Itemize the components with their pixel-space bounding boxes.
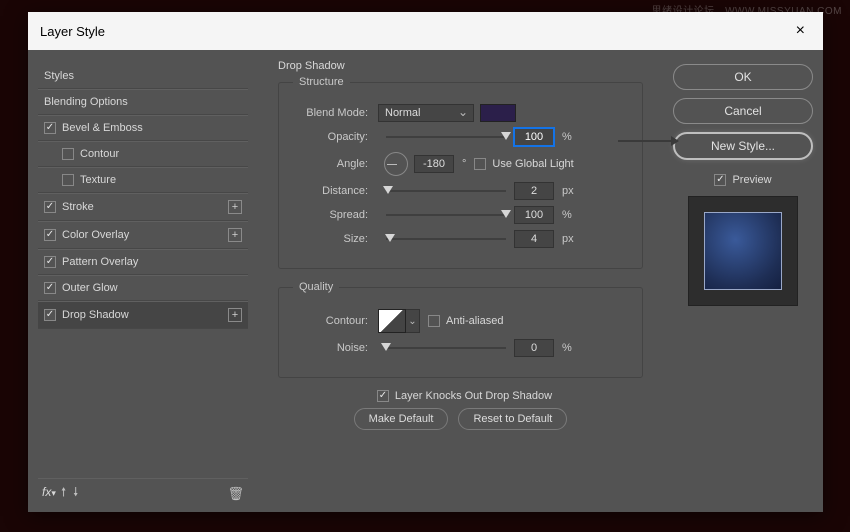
preview-thumbnail bbox=[688, 196, 798, 306]
sidebar-item-label: Texture bbox=[80, 174, 116, 186]
checkbox-icon[interactable] bbox=[44, 256, 56, 268]
noise-unit: % bbox=[562, 342, 572, 354]
sidebar-item-label: Color Overlay bbox=[62, 229, 129, 241]
plus-icon[interactable]: + bbox=[228, 200, 242, 214]
preview-checkbox[interactable] bbox=[714, 174, 726, 186]
size-label: Size: bbox=[293, 233, 378, 245]
reset-default-button[interactable]: Reset to Default bbox=[458, 408, 567, 430]
panel-title: Drop Shadow bbox=[278, 60, 643, 72]
checkbox-icon[interactable] bbox=[44, 309, 56, 321]
antialiased-checkbox[interactable] bbox=[428, 315, 440, 327]
distance-input[interactable] bbox=[514, 182, 554, 200]
knockout-label: Layer Knocks Out Drop Shadow bbox=[395, 390, 552, 402]
size-input[interactable] bbox=[514, 230, 554, 248]
cancel-button[interactable]: Cancel bbox=[673, 98, 813, 124]
plus-icon[interactable]: + bbox=[228, 308, 242, 322]
sidebar-item-label: Pattern Overlay bbox=[62, 256, 138, 268]
contour-label: Contour: bbox=[293, 315, 378, 327]
global-light-checkbox[interactable] bbox=[474, 158, 486, 170]
blend-mode-select[interactable]: Normal bbox=[378, 104, 474, 122]
checkbox-icon[interactable] bbox=[62, 148, 74, 160]
antialiased-label: Anti-aliased bbox=[446, 315, 503, 327]
settings-panel: Drop Shadow Structure Blend Mode: Normal… bbox=[258, 50, 663, 512]
noise-label: Noise: bbox=[293, 342, 378, 354]
size-unit: px bbox=[562, 233, 574, 245]
style-list: Styles Blending Options Bevel & Emboss C… bbox=[38, 64, 248, 478]
spread-slider[interactable] bbox=[386, 208, 506, 222]
quality-group: Quality Contour: ⌄ Anti-aliased Noise: % bbox=[278, 281, 643, 378]
arrow-down-icon[interactable]: 🠗 bbox=[71, 485, 80, 499]
angle-dial[interactable] bbox=[384, 152, 408, 176]
dialog-body: Styles Blending Options Bevel & Emboss C… bbox=[28, 50, 823, 512]
spread-input[interactable] bbox=[514, 206, 554, 224]
sidebar-item-label: Blending Options bbox=[44, 96, 128, 108]
sidebar-item-label: Styles bbox=[44, 70, 74, 82]
blend-mode-label: Blend Mode: bbox=[293, 107, 378, 119]
structure-legend: Structure bbox=[293, 76, 350, 88]
structure-group: Structure Blend Mode: Normal Opacity: % … bbox=[278, 76, 643, 269]
sidebar-item-color-overlay[interactable]: Color Overlay + bbox=[38, 221, 248, 249]
sidebar-item-styles[interactable]: Styles bbox=[38, 64, 248, 89]
title-bar: Layer Style × bbox=[28, 12, 823, 50]
sidebar-item-drop-shadow[interactable]: Drop Shadow + bbox=[38, 301, 248, 329]
checkbox-icon[interactable] bbox=[44, 282, 56, 294]
sidebar-item-texture[interactable]: Texture bbox=[38, 167, 248, 193]
spread-unit: % bbox=[562, 209, 572, 221]
angle-label: Angle: bbox=[293, 158, 378, 170]
fx-menu[interactable]: fx bbox=[42, 485, 51, 499]
distance-slider[interactable] bbox=[386, 184, 506, 198]
noise-slider[interactable] bbox=[386, 341, 506, 355]
sidebar-item-stroke[interactable]: Stroke + bbox=[38, 193, 248, 221]
sidebar-item-label: Bevel & Emboss bbox=[62, 122, 143, 134]
ok-button[interactable]: OK bbox=[673, 64, 813, 90]
plus-icon[interactable]: + bbox=[228, 228, 242, 242]
angle-unit: ° bbox=[462, 158, 466, 170]
contour-picker[interactable] bbox=[378, 309, 406, 333]
contour-caret-icon[interactable]: ⌄ bbox=[406, 309, 420, 333]
sidebar-item-label: Stroke bbox=[62, 201, 94, 213]
sidebar-item-label: Drop Shadow bbox=[62, 309, 129, 321]
opacity-slider[interactable] bbox=[386, 130, 506, 144]
sidebar-item-pattern-overlay[interactable]: Pattern Overlay bbox=[38, 249, 248, 275]
sidebar-item-contour[interactable]: Contour bbox=[38, 141, 248, 167]
distance-unit: px bbox=[562, 185, 574, 197]
preview-swatch bbox=[704, 212, 782, 290]
sidebar-item-blending-options[interactable]: Blending Options bbox=[38, 89, 248, 115]
right-panel: OK Cancel New Style... Preview bbox=[663, 50, 823, 512]
preview-label: Preview bbox=[732, 174, 771, 186]
quality-legend: Quality bbox=[293, 281, 339, 293]
opacity-unit: % bbox=[562, 131, 572, 143]
checkbox-icon[interactable] bbox=[44, 229, 56, 241]
knockout-checkbox[interactable] bbox=[377, 390, 389, 402]
global-light-label: Use Global Light bbox=[492, 158, 573, 170]
noise-input[interactable] bbox=[514, 339, 554, 357]
opacity-input[interactable] bbox=[514, 128, 554, 146]
arrow-up-icon[interactable]: 🠕 bbox=[59, 485, 68, 499]
size-slider[interactable] bbox=[386, 232, 506, 246]
angle-input[interactable] bbox=[414, 155, 454, 173]
sidebar-footer: fx▾ 🠕 🠗 🗑 bbox=[38, 478, 248, 504]
checkbox-icon[interactable] bbox=[62, 174, 74, 186]
layer-style-dialog: Layer Style × Styles Blending Options Be… bbox=[28, 12, 823, 512]
sidebar-item-outer-glow[interactable]: Outer Glow bbox=[38, 275, 248, 301]
sidebar-item-bevel-emboss[interactable]: Bevel & Emboss bbox=[38, 115, 248, 141]
shadow-color-swatch[interactable] bbox=[480, 104, 516, 122]
sidebar-item-label: Outer Glow bbox=[62, 282, 118, 294]
checkbox-icon[interactable] bbox=[44, 201, 56, 213]
distance-label: Distance: bbox=[293, 185, 378, 197]
dialog-title: Layer Style bbox=[40, 24, 105, 39]
checkbox-icon[interactable] bbox=[44, 122, 56, 134]
sidebar-item-label: Contour bbox=[80, 148, 119, 160]
annotation-arrow-icon bbox=[618, 140, 678, 142]
new-style-button[interactable]: New Style... bbox=[673, 132, 813, 160]
trash-icon[interactable]: 🗑 bbox=[227, 486, 244, 502]
opacity-label: Opacity: bbox=[293, 131, 378, 143]
sidebar: Styles Blending Options Bevel & Emboss C… bbox=[28, 50, 258, 512]
make-default-button[interactable]: Make Default bbox=[354, 408, 449, 430]
fx-caret-icon[interactable]: ▾ bbox=[51, 488, 56, 498]
spread-label: Spread: bbox=[293, 209, 378, 221]
close-icon[interactable]: × bbox=[790, 22, 811, 40]
